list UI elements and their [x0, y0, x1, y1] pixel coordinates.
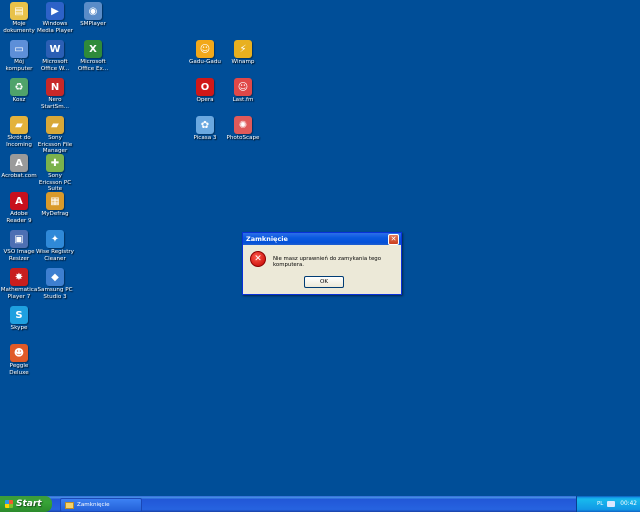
start-button[interactable]: Start — [0, 496, 52, 512]
desktop-icon-label: Opera — [196, 97, 214, 103]
windows-logo-icon — [5, 500, 13, 508]
desktop-icon[interactable]: ◉ SMPlayer — [74, 0, 112, 28]
desktop-icon-label: Moje dokumenty — [3, 21, 35, 34]
desktop-icon[interactable]: ▰ Skrót do Incoming — [0, 114, 38, 148]
desktop-icon[interactable]: W Microsoft Office W... — [36, 38, 74, 72]
pc-studio-icon: ◆ — [46, 268, 64, 286]
pc-suite-icon: ✚ — [46, 154, 64, 172]
desktop-icon-label: Skrót do Incoming — [6, 135, 32, 148]
mathematica-icon: ✸ — [10, 268, 28, 286]
desktop-icon[interactable]: S Skype — [0, 304, 38, 332]
desktop-icon[interactable]: A Acrobat.com — [0, 152, 38, 180]
desktop-icon[interactable]: O Opera — [186, 76, 224, 104]
ok-button[interactable]: OK — [304, 276, 344, 288]
my-computer-icon: ▭ — [10, 40, 28, 58]
dialog-title: Zamknięcie — [246, 235, 288, 243]
desktop-icon-label: Mój komputer — [5, 59, 33, 72]
desktop-icon-label: Skype — [10, 325, 28, 331]
desktop-icon[interactable]: X Microsoft Office Ex... — [74, 38, 112, 72]
desktop-icon-label: Picasa 3 — [193, 135, 217, 141]
media-player-icon: ▶ — [46, 2, 64, 20]
image-resizer-icon: ▣ — [10, 230, 28, 248]
desktop-icon-label: Nero StartSm... — [41, 97, 69, 110]
desktop-icon-label: Gadu-Gadu — [189, 59, 221, 65]
desktop-icon-label: Peggle Deluxe — [9, 363, 29, 376]
opera-icon: O — [196, 78, 214, 96]
nero-icon: N — [46, 78, 64, 96]
desktop-icon[interactable]: ✺ PhotoScape — [224, 114, 262, 142]
skype-icon: S — [10, 306, 28, 324]
desktop-icon[interactable]: ✸ Mathematica Player 7 — [0, 266, 38, 300]
desktop-icon-label: Adobe Reader 9 — [6, 211, 32, 224]
excel-icon: X — [84, 40, 102, 58]
recycle-bin-icon: ♻ — [10, 78, 28, 96]
desktop-icon-label: Mathematica Player 7 — [0, 287, 38, 300]
desktop-icon-label: Samsung PC Studio 3 — [37, 287, 73, 300]
desktop-icon[interactable]: ⚡ Winamp — [224, 38, 262, 66]
desktop-icon[interactable]: ▣ VSO Image Resizer — [0, 228, 38, 262]
start-label: Start — [16, 499, 42, 509]
desktop-icon[interactable]: ☻ Peggle Deluxe — [0, 342, 38, 376]
smplayer-icon: ◉ — [84, 2, 102, 20]
desktop-icon[interactable]: ▤ Moje dokumenty — [0, 0, 38, 34]
folder-shortcut-icon: ▰ — [10, 116, 28, 134]
desktop-icon[interactable]: ▶ Windows Media Player — [36, 0, 74, 34]
acrobat-com-icon: A — [10, 154, 28, 172]
desktop-icon-label: Microsoft Office W... — [40, 59, 70, 72]
desktop-icon-label: Wise Registry Cleaner — [36, 249, 74, 262]
gadu-gadu-icon: ☺ — [196, 40, 214, 58]
desktop-icon[interactable]: ♻ Kosz — [0, 76, 38, 104]
desktop-icon-label: SMPlayer — [80, 21, 106, 27]
close-icon[interactable]: ✕ — [388, 233, 399, 245]
language-indicator[interactable]: PL — [597, 501, 603, 507]
desktop-icon-label: Microsoft Office Ex... — [77, 59, 109, 72]
desktop-icon[interactable]: ☺ Gadu-Gadu — [186, 38, 224, 66]
desktop-icon[interactable]: A Adobe Reader 9 — [0, 190, 38, 224]
clock[interactable]: 00:42 — [620, 501, 637, 507]
dialog-body: ✕ Nie masz uprawnień do zamykania tego k… — [243, 245, 401, 294]
desktop-icon-label: MyDefrag — [41, 211, 69, 217]
desktop-icon-label: Winamp — [231, 59, 255, 65]
desktop-icon[interactable]: ✿ Picasa 3 — [186, 114, 224, 142]
dialog-message: Nie masz uprawnień do zamykania tego kom… — [273, 256, 382, 268]
my-documents-icon: ▤ — [10, 2, 28, 20]
desktop-icon[interactable]: N Nero StartSm... — [36, 76, 74, 110]
registry-cleaner-icon: ✦ — [46, 230, 64, 248]
shutdown-error-dialog: Zamknięcie ✕ ✕ Nie masz uprawnień do zam… — [242, 232, 402, 295]
desktop-icon-label: Last.fm — [232, 97, 254, 103]
word-icon: W — [46, 40, 64, 58]
desktop-icon-label: Acrobat.com — [1, 173, 37, 179]
desktop-icon[interactable]: ☺ Last.fm — [224, 76, 262, 104]
desktop-icon[interactable]: ✚ Sony Ericsson PC Suite — [36, 152, 74, 193]
desktop-icon-label: PhotoScape — [226, 135, 260, 141]
peggle-icon: ☻ — [10, 344, 28, 362]
lastfm-icon: ☺ — [234, 78, 252, 96]
desktop-icon[interactable]: ◆ Samsung PC Studio 3 — [36, 266, 74, 300]
desktop-icon[interactable]: ▰ Sony Ericsson File Manager — [36, 114, 74, 155]
error-icon: ✕ — [250, 251, 266, 267]
taskbar-window-label: Zamknięcie — [77, 502, 110, 508]
desktop-icon[interactable]: ▭ Mój komputer — [0, 38, 38, 72]
desktop-icon-label: VSO Image Resizer — [3, 249, 35, 262]
taskbar: Start Zamknięcie PL 00:42 — [0, 496, 640, 512]
mydefrag-icon: ▦ — [46, 192, 64, 210]
dialog-titlebar[interactable]: Zamknięcie ✕ — [243, 233, 401, 245]
taskbar-window-button[interactable]: Zamknięcie — [60, 498, 142, 512]
desktop-icon-label: Windows Media Player — [37, 21, 73, 34]
picasa-icon: ✿ — [196, 116, 214, 134]
volume-icon[interactable] — [607, 501, 616, 507]
winamp-icon: ⚡ — [234, 40, 252, 58]
desktop-icon-label: Kosz — [12, 97, 26, 103]
file-manager-icon: ▰ — [46, 116, 64, 134]
folder-icon — [65, 501, 74, 509]
adobe-reader-icon: A — [10, 192, 28, 210]
desktop-icon[interactable]: ▦ MyDefrag — [36, 190, 74, 218]
photoscape-icon: ✺ — [234, 116, 252, 134]
desktop-icon[interactable]: ✦ Wise Registry Cleaner — [36, 228, 74, 262]
system-tray: PL 00:42 — [576, 496, 640, 512]
